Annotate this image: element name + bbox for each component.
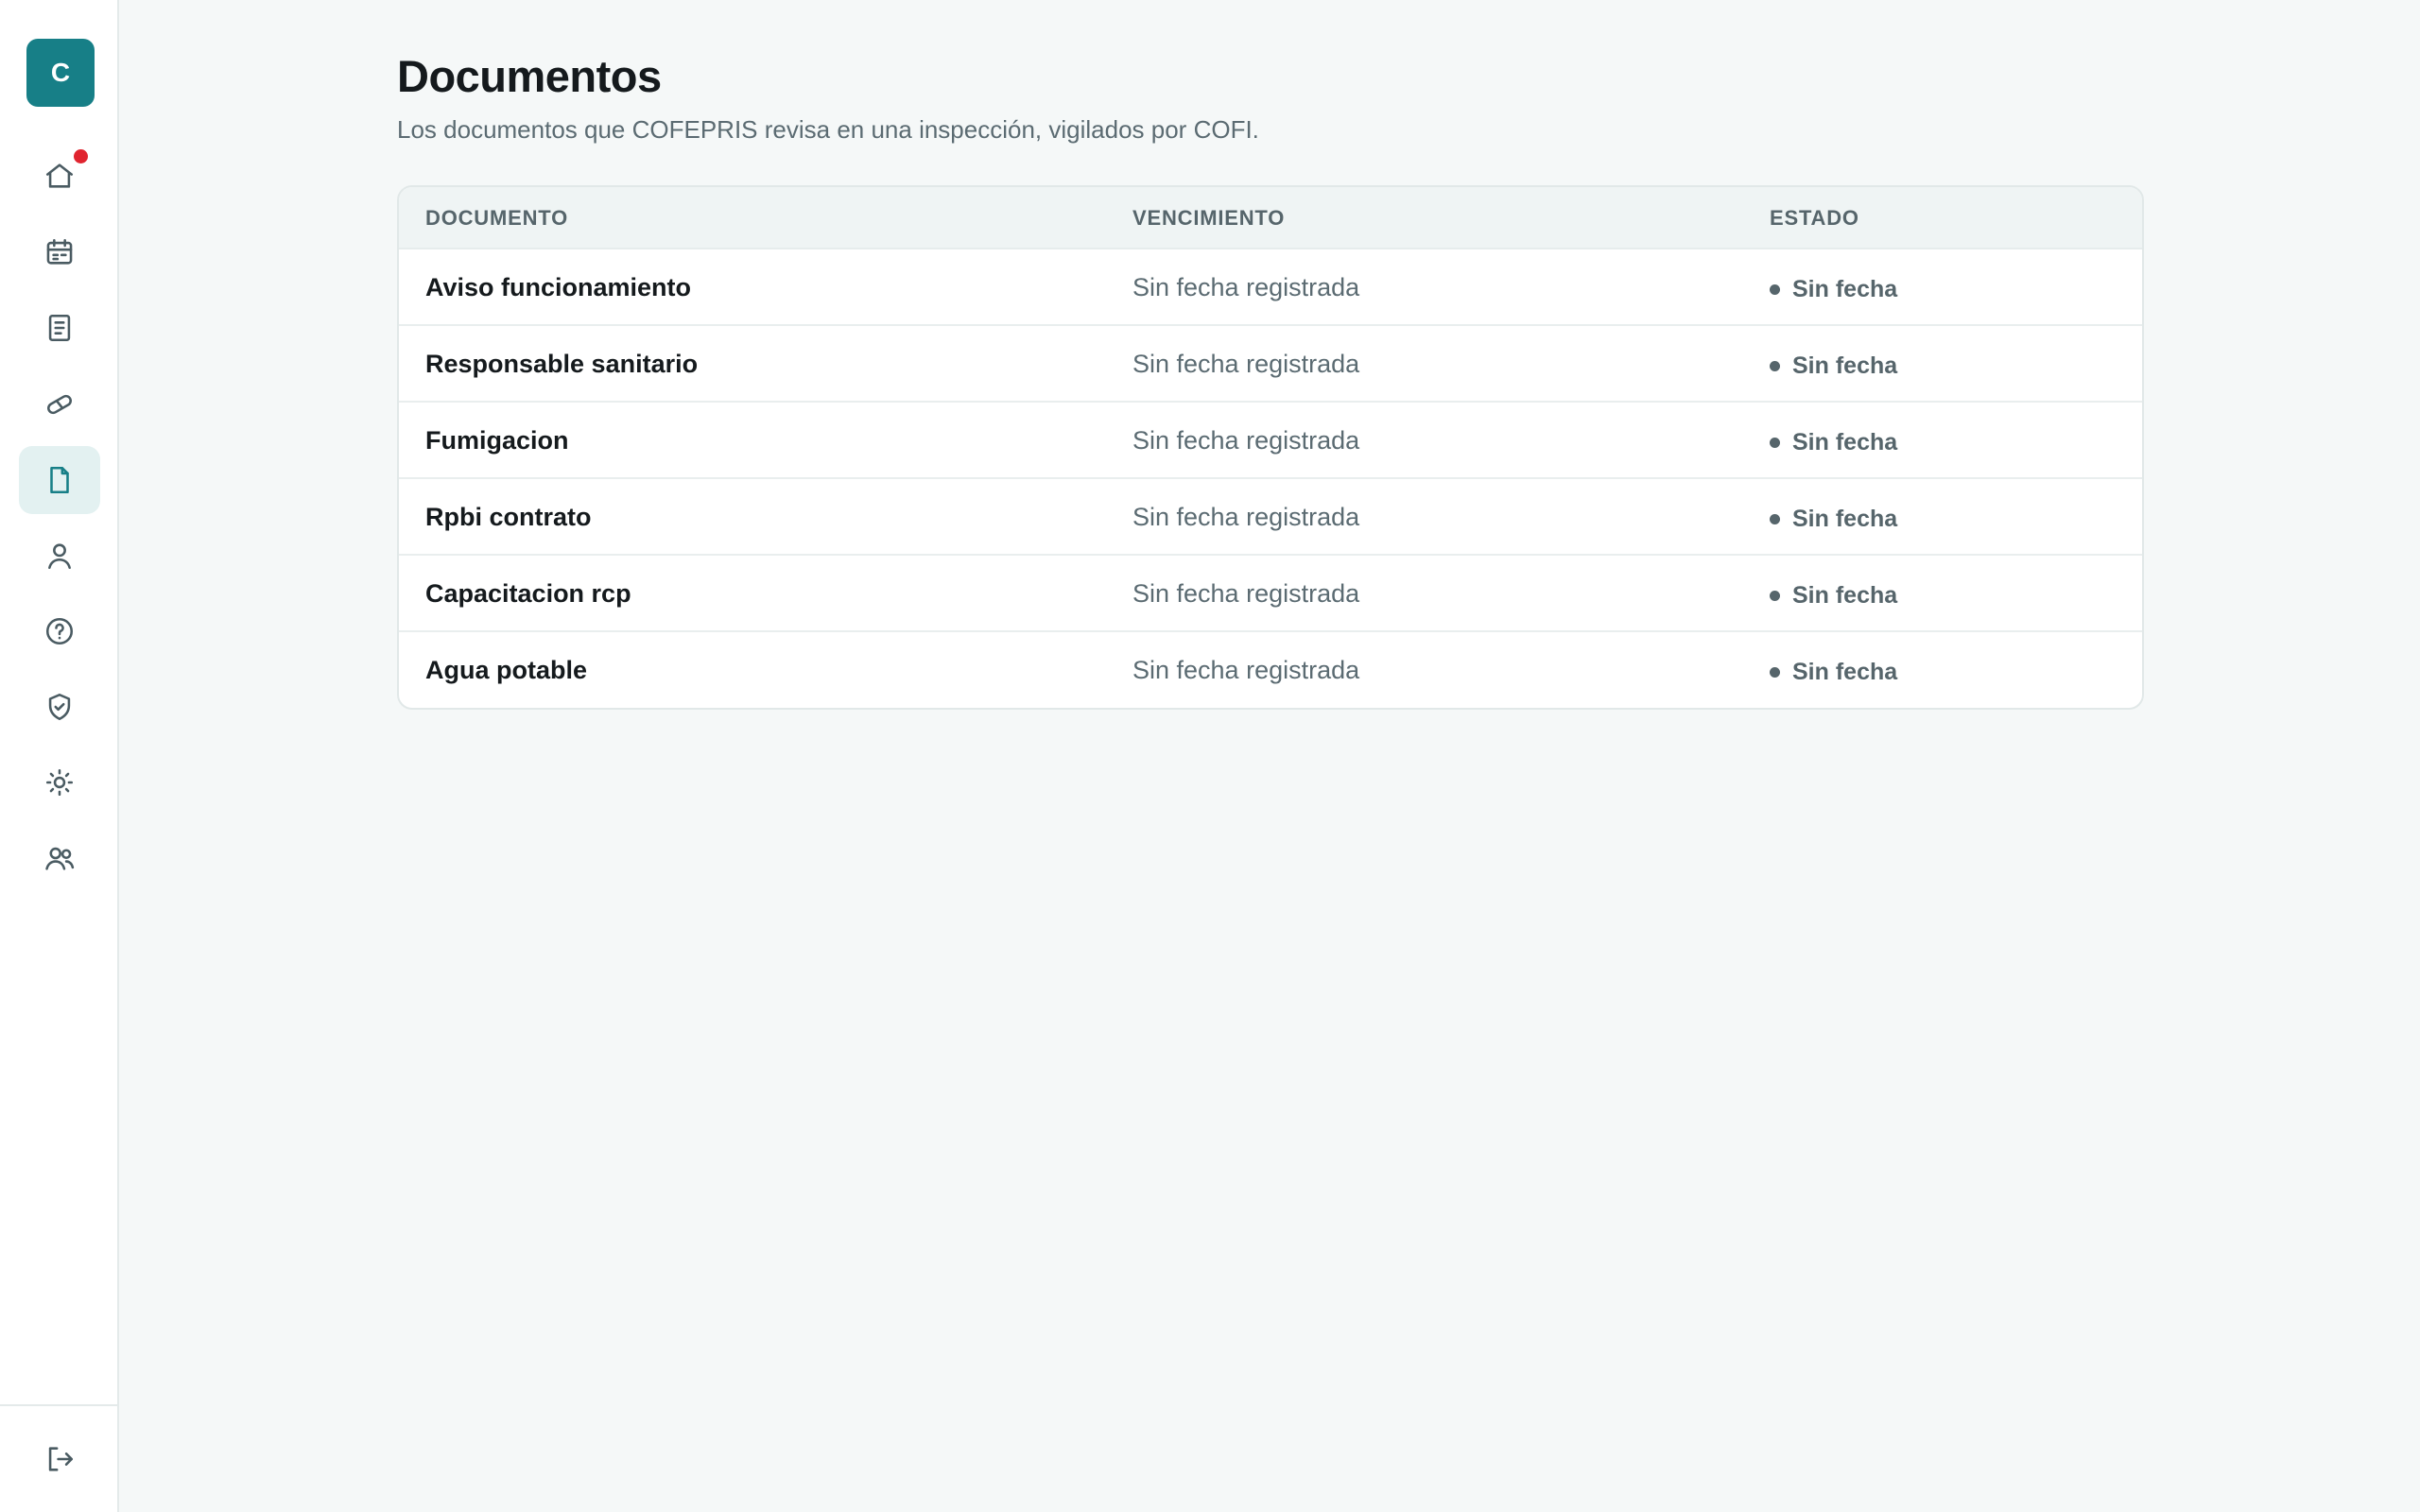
avatar[interactable]: C [26,39,95,107]
page-subtitle: Los documentos que COFEPRIS revisa en un… [397,115,1259,144]
table-row[interactable]: Fumigacion Sin fecha registrada Sin fech… [399,403,2142,479]
users-icon [45,847,75,870]
file-text-icon [48,314,71,342]
calendar-icon [46,238,73,265]
sidebar: C [0,0,119,1512]
user-icon [48,543,71,570]
status-badge: Sin fecha [1770,578,1897,612]
document-name: Fumigacion [425,426,569,455]
document-name: Responsable sanitario [425,350,699,378]
shield-check-icon [48,693,71,721]
notification-badge [74,149,88,163]
status-badge: Sin fecha [1770,272,1897,306]
status-dot [1770,666,1780,678]
status-label: Sin fecha [1792,506,1898,532]
sidebar-item-compliance[interactable] [19,673,100,741]
expiry-date: Sin fecha registrada [1132,426,1360,455]
status-badge: Sin fecha [1770,349,1897,383]
sidebar-item-help[interactable] [19,597,100,665]
table-row[interactable]: Agua potable Sin fecha registrada Sin fe… [399,632,2142,708]
status-label: Sin fecha [1792,352,1898,379]
status-label: Sin fecha [1792,582,1898,609]
status-badge: Sin fecha [1770,655,1897,689]
status-badge: Sin fecha [1770,425,1897,459]
page-title: Documentos [397,51,662,101]
table-row[interactable]: Rpbi contrato Sin fecha registrada Sin f… [399,479,2142,556]
sidebar-item-medications[interactable] [19,370,100,438]
logout-icon [48,1447,74,1471]
sidebar-item-home[interactable] [19,142,100,210]
documents-table: DOCUMENTO VENCIMIENTO ESTADO Aviso funci… [397,185,2144,710]
document-name: Capacitacion rcp [425,579,631,608]
sun-icon [45,768,74,797]
sidebar-divider [0,1404,117,1406]
status-dot [1770,437,1780,448]
table-row[interactable]: Responsable sanitario Sin fecha registra… [399,326,2142,403]
sidebar-item-profile[interactable] [19,522,100,590]
status-label: Sin fecha [1792,429,1898,455]
column-header-document: DOCUMENTO [425,206,569,230]
expiry-date: Sin fecha registrada [1132,579,1360,608]
document-name: Rpbi contrato [425,503,592,531]
expiry-date: Sin fecha registrada [1132,656,1360,684]
file-icon [50,466,69,494]
home-icon [45,163,74,188]
status-dot [1770,360,1780,371]
status-label: Sin fecha [1792,659,1898,685]
main-content: Documentos Los documentos que COFEPRIS r… [397,49,2144,710]
sidebar-item-settings[interactable] [19,748,100,816]
sidebar-item-team[interactable] [19,824,100,892]
expiry-date: Sin fecha registrada [1132,273,1360,301]
column-header-status: ESTADO [1770,206,1859,230]
status-dot [1770,284,1780,295]
logout-button[interactable] [19,1425,100,1493]
sidebar-item-documents[interactable] [19,446,100,514]
status-dot [1770,513,1780,524]
expiry-date: Sin fecha registrada [1132,350,1360,378]
document-name: Aviso funcionamiento [425,273,692,301]
sidebar-item-reports[interactable] [19,294,100,362]
pill-icon [47,394,72,415]
status-label: Sin fecha [1792,276,1898,302]
document-name: Agua potable [425,656,588,684]
column-header-expiry: VENCIMIENTO [1132,206,1286,230]
help-circle-icon [45,617,74,645]
expiry-date: Sin fecha registrada [1132,503,1360,531]
status-badge: Sin fecha [1770,502,1897,536]
table-row[interactable]: Aviso funcionamiento Sin fecha registrad… [399,249,2142,326]
status-dot [1770,590,1780,601]
sidebar-item-calendar[interactable] [19,218,100,286]
table-header: DOCUMENTO VENCIMIENTO ESTADO [399,187,2142,249]
table-row[interactable]: Capacitacion rcp Sin fecha registrada Si… [399,556,2142,632]
